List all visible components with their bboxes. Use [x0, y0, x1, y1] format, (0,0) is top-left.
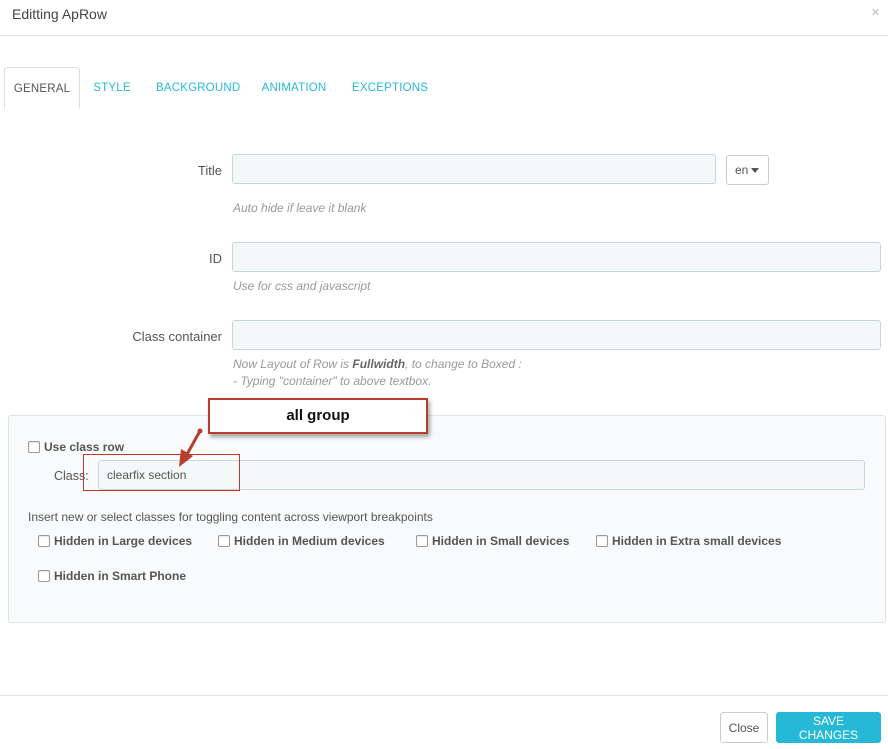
class-container-label: Class container: [132, 329, 222, 344]
breakpoint-instruction: Insert new or select classes for togglin…: [28, 510, 433, 524]
checkbox-icon[interactable]: [28, 441, 40, 453]
annotation-callout: all group: [208, 398, 428, 434]
tab-animation[interactable]: ANIMATION: [260, 67, 328, 109]
tab-general[interactable]: GENERAL: [4, 67, 80, 109]
modal-header: Editting ApRow ×: [0, 0, 888, 36]
modal-title: Editting ApRow: [12, 6, 107, 22]
id-input[interactable]: [232, 242, 881, 272]
class-container-input[interactable]: [232, 320, 881, 350]
hidden-large-checkbox[interactable]: Hidden in Large devices: [38, 534, 192, 548]
id-help: Use for css and javascript: [233, 279, 371, 293]
checkbox-icon[interactable]: [38, 570, 50, 582]
close-button[interactable]: Close: [720, 712, 768, 743]
help-line2: - Typing "container" to above textbox.: [233, 374, 432, 388]
tab-exceptions[interactable]: EXCEPTIONS: [352, 67, 428, 109]
language-value: en: [735, 163, 749, 177]
tab-bar: GENERAL STYLE BACKGROUND ANIMATION EXCEP…: [0, 67, 888, 109]
help-prefix: Now Layout of Row is: [233, 357, 353, 371]
checkbox-icon[interactable]: [218, 535, 230, 547]
use-class-row-checkbox[interactable]: Use class row: [28, 440, 124, 454]
hidden-medium-checkbox[interactable]: Hidden in Medium devices: [218, 534, 385, 548]
use-class-row-label: Use class row: [44, 440, 125, 454]
help-bold: Fullwidth: [352, 357, 406, 371]
checkbox-icon[interactable]: [38, 535, 50, 547]
hidden-xsmall-label: Hidden in Extra small devices: [612, 534, 782, 548]
annotation-highlight-box: [83, 454, 240, 491]
hidden-phone-checkbox[interactable]: Hidden in Smart Phone: [38, 569, 186, 583]
title-help: Auto hide if leave it blank: [233, 201, 367, 215]
language-dropdown[interactable]: en: [726, 155, 769, 185]
checkbox-icon[interactable]: [416, 535, 428, 547]
save-changes-button[interactable]: SAVE CHANGES: [776, 712, 881, 743]
title-input[interactable]: [232, 154, 716, 184]
id-label: ID: [209, 251, 222, 266]
tab-background[interactable]: BACKGROUND: [156, 67, 240, 109]
hidden-xsmall-checkbox[interactable]: Hidden in Extra small devices: [596, 534, 781, 548]
title-label: Title: [197, 163, 222, 178]
hidden-large-label: Hidden in Large devices: [54, 534, 193, 548]
class-container-help: Now Layout of Row is Fullwidth, to chang…: [233, 356, 522, 390]
help-suffix: , to change to Boxed :: [405, 357, 522, 371]
hidden-small-checkbox[interactable]: Hidden in Small devices: [416, 534, 569, 548]
hidden-phone-label: Hidden in Smart Phone: [54, 569, 187, 583]
checkbox-icon[interactable]: [596, 535, 608, 547]
hidden-medium-label: Hidden in Medium devices: [234, 534, 385, 548]
close-icon[interactable]: ×: [871, 4, 880, 21]
hidden-small-label: Hidden in Small devices: [432, 534, 570, 548]
tab-style[interactable]: STYLE: [92, 67, 132, 109]
caret-down-icon: [751, 168, 760, 174]
